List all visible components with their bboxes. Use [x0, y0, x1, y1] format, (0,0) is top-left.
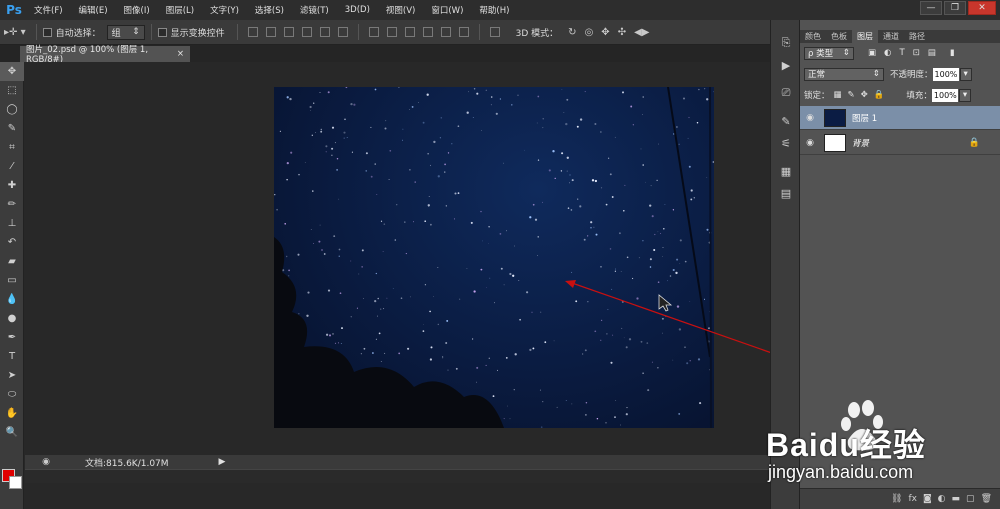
info-panel-icon[interactable]: ⎚	[771, 82, 801, 104]
watermark-url: jingyan.baidu.com	[768, 462, 914, 482]
layer-mask-icon[interactable]: ◙	[923, 494, 932, 504]
layer-lock-icon: 🔒	[968, 137, 980, 148]
panel-tabs: 颜色 色板 图层 通道 路径	[800, 30, 1000, 43]
document-size: 文档:815.6K/1.07M	[85, 458, 169, 469]
lock-position-icon[interactable]: ✥	[861, 90, 868, 100]
new-group-icon[interactable]: ▬	[952, 494, 961, 504]
type-filter-icon[interactable]: T	[899, 48, 904, 58]
lock-row: 锁定： ▦ ✎ ✥ 🔒 填充： 100% ▾	[800, 88, 1000, 102]
tab-channels[interactable]: 通道	[878, 30, 904, 43]
arrow-head-icon	[565, 280, 576, 288]
tab-swatches[interactable]: 色板	[826, 30, 852, 43]
fill-dropdown[interactable]: ▾	[958, 88, 971, 102]
properties-panel-icon[interactable]: ▦	[771, 160, 801, 182]
filter-toggle-icon[interactable]: ▮	[950, 48, 955, 58]
lock-image-icon[interactable]: ✎	[848, 90, 855, 100]
layer-name: 图层 1	[852, 113, 878, 124]
status-bar: ◉ 文档:815.6K/1.07M ▶	[25, 455, 770, 469]
layer-row[interactable]: ◉ 背景 🔒	[800, 131, 1000, 155]
link-layers-icon[interactable]: ⛓	[891, 494, 902, 504]
smart-object-filter-icon[interactable]: ▤	[928, 48, 936, 58]
tab-layers[interactable]: 图层	[852, 30, 878, 43]
layer-row[interactable]: ◉ 图层 1	[800, 106, 1000, 130]
delete-layer-icon[interactable]: 🗑	[981, 494, 992, 504]
lock-label: 锁定：	[804, 91, 830, 101]
dropdown-arrow-icon: ▾	[963, 69, 968, 79]
layer-name: 背景	[852, 138, 870, 149]
mouse-cursor-icon	[658, 294, 673, 312]
status-menu-icon[interactable]: ◉	[37, 457, 55, 467]
shape-filter-icon[interactable]: ⊡	[913, 48, 920, 58]
opacity-label: 不透明度：	[890, 70, 933, 80]
visibility-eye-icon[interactable]: ◉	[800, 138, 820, 148]
blend-mode-value: 正常	[808, 70, 826, 80]
layer-filter-select[interactable]: ρ 类型 ⇕	[804, 46, 854, 60]
dropdown-arrow-icon: ▾	[962, 90, 968, 100]
lock-all-icon[interactable]: 🔒	[874, 90, 885, 100]
history-panel-icon[interactable]: ⎘	[771, 32, 801, 54]
blend-mode-select[interactable]: 正常 ⇕	[804, 67, 884, 81]
status-arrow-icon[interactable]: ▶	[219, 457, 226, 467]
layer-thumbnail	[824, 133, 846, 152]
opacity-dropdown[interactable]: ▾	[959, 67, 972, 81]
fill-label: 填充：	[906, 91, 932, 101]
dropdown-arrow-icon: ⇕	[842, 48, 850, 58]
blend-row: 正常 ⇕ 不透明度： 100% ▾	[800, 67, 1000, 81]
pixel-filter-icon[interactable]: ▣	[868, 48, 876, 58]
timeline-bar	[25, 469, 770, 483]
tab-paths[interactable]: 路径	[904, 30, 930, 43]
layer-filter-row: ρ 类型 ⇕ ▣ ◐ T ⊡ ▤ ▮	[800, 46, 1000, 60]
adjustment-layer-icon[interactable]: ◐	[938, 494, 946, 504]
dropdown-arrow-icon: ⇕	[872, 69, 880, 79]
layer-style-icon[interactable]: fx	[908, 494, 917, 504]
new-layer-icon[interactable]: ▢	[966, 494, 975, 504]
lock-transparent-icon[interactable]: ▦	[834, 90, 842, 100]
adjustments-panel-icon[interactable]: ⚟	[771, 132, 801, 154]
actions-panel-icon[interactable]: ▶	[771, 54, 801, 76]
visibility-eye-icon[interactable]: ◉	[800, 113, 820, 123]
adjustment-filter-icon[interactable]: ◐	[884, 48, 891, 58]
layer-thumbnail	[824, 108, 846, 127]
tab-color[interactable]: 颜色	[800, 30, 826, 43]
opacity-input[interactable]: 100%	[932, 67, 959, 81]
paragraph-panel-icon[interactable]: ▤	[771, 182, 801, 204]
layer-filter-label: ρ 类型	[808, 49, 834, 59]
fill-input[interactable]: 100%	[931, 88, 958, 102]
watermark-brand: Baidu经验	[766, 427, 926, 463]
brush-panel-icon[interactable]: ✎	[771, 110, 801, 132]
